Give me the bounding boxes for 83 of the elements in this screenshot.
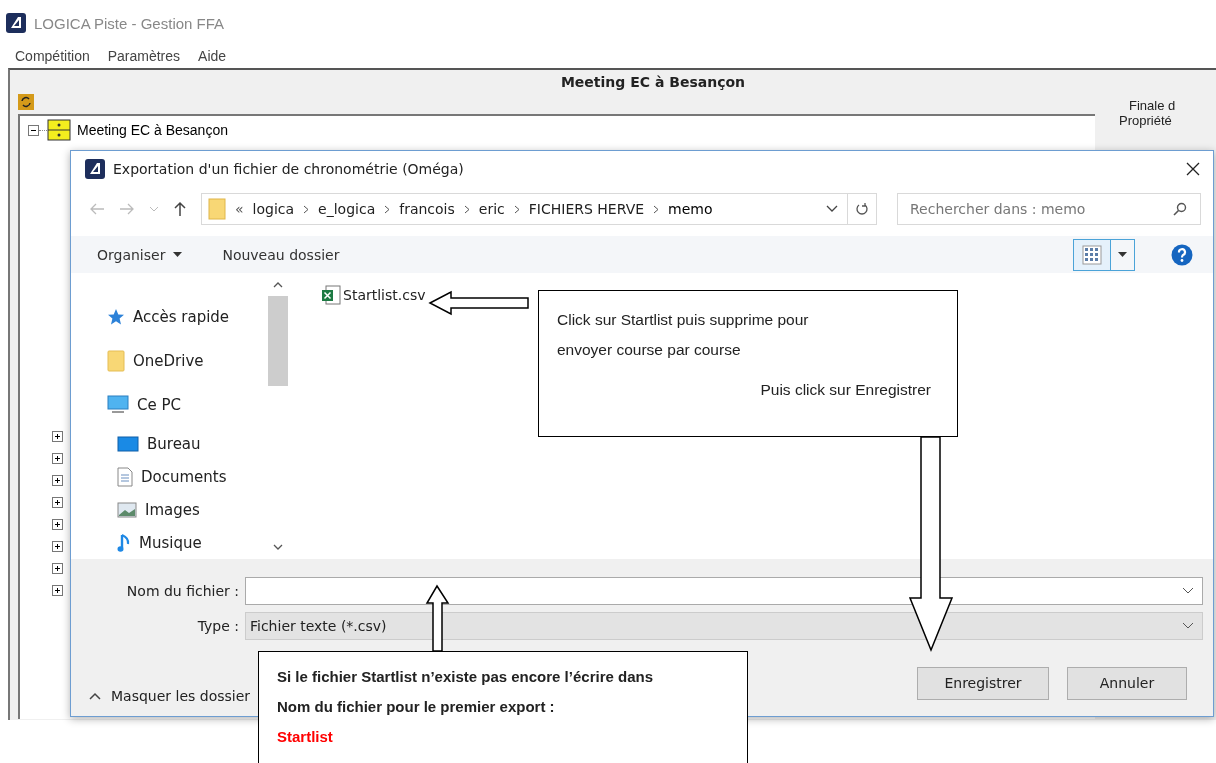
breadcrumb-item[interactable]: e_logica xyxy=(318,201,376,217)
nav-item[interactable]: OneDrive xyxy=(133,352,204,370)
breadcrumb-item[interactable]: FICHIERS HERVE xyxy=(528,201,645,217)
expand-icon[interactable] xyxy=(52,519,63,530)
refresh-icon[interactable] xyxy=(18,94,34,110)
breadcrumb-item[interactable]: eric xyxy=(478,201,505,217)
menu-item[interactable]: Compétition xyxy=(15,48,90,64)
folder-icon xyxy=(208,198,226,220)
chevron-down-icon[interactable] xyxy=(1182,622,1194,630)
help-icon[interactable] xyxy=(1171,243,1193,266)
nav-item[interactable]: Images xyxy=(145,500,200,519)
grid-view-icon xyxy=(1082,244,1102,265)
search-icon xyxy=(1173,202,1187,216)
chevron-up-icon xyxy=(89,691,101,700)
breadcrumb-item[interactable]: francois xyxy=(399,201,455,217)
collapse-icon[interactable] xyxy=(28,124,39,136)
chevron-down-icon[interactable] xyxy=(1182,587,1194,595)
app-logo-icon xyxy=(6,13,26,33)
meeting-icon xyxy=(47,119,71,141)
expand-icon[interactable] xyxy=(52,453,63,464)
up-arrow-icon[interactable] xyxy=(173,201,187,217)
filename-field[interactable] xyxy=(245,577,1203,605)
chevron-right-icon xyxy=(653,204,660,214)
expand-icon[interactable] xyxy=(52,475,63,486)
image-icon xyxy=(117,501,137,518)
chevron-right-icon xyxy=(303,204,310,214)
star-icon xyxy=(107,308,125,326)
close-icon[interactable] xyxy=(1185,161,1201,178)
expand-icon[interactable] xyxy=(52,497,63,508)
dialog-title: Exportation d'un fichier de chronométrie (Oméga) xyxy=(113,161,464,178)
chevron-right-icon xyxy=(513,204,520,214)
chevron-right-icon xyxy=(463,204,470,214)
nav-item[interactable]: Documents xyxy=(141,467,227,486)
new-folder-button[interactable]: Nouveau dossier xyxy=(222,246,340,263)
folder-icon xyxy=(107,350,125,372)
field-label: Nom du fichier : xyxy=(125,583,239,599)
chevron-right-icon xyxy=(384,204,391,214)
refresh-icon xyxy=(855,202,869,216)
tree-item[interactable]: Meeting EC à Besançon xyxy=(77,122,228,138)
document-icon xyxy=(117,466,133,487)
computer-icon xyxy=(107,395,129,415)
file-item[interactable]: Startlist.csv xyxy=(319,283,428,307)
group-label: Propriété xyxy=(1119,113,1173,128)
cancel-button[interactable]: Annuler xyxy=(1067,666,1187,700)
menu-item[interactable]: Aide xyxy=(198,48,227,64)
app-logo-icon xyxy=(85,159,105,180)
callout-highlight: Startlist xyxy=(277,727,334,747)
chevron-down-icon[interactable] xyxy=(826,205,838,213)
address-bar[interactable]: « logica e_logica francois eric FICHIERS HERVE memo xyxy=(201,193,877,225)
spreadsheet-file-icon xyxy=(321,285,341,305)
group-label: Finale d xyxy=(1129,98,1177,113)
nav-item[interactable]: Bureau xyxy=(147,434,201,453)
expand-icon[interactable] xyxy=(52,541,63,552)
caret-icon xyxy=(173,251,183,258)
save-button[interactable]: Enregistrer xyxy=(917,666,1049,700)
nav-item[interactable]: Musique xyxy=(139,533,202,552)
search-field[interactable]: Rechercher dans : memo xyxy=(897,193,1201,225)
window-title: LOGICA Piste - Gestion FFA xyxy=(34,14,225,32)
meeting-title: Meeting EC à Besançon xyxy=(560,74,746,90)
expand-icon[interactable] xyxy=(52,585,63,596)
breadcrumb-item[interactable]: logica xyxy=(252,201,295,217)
nav-item[interactable]: Accès rapide xyxy=(133,308,230,326)
expand-icon[interactable] xyxy=(52,431,63,442)
music-note-icon xyxy=(117,532,131,553)
overflow-chevrons[interactable]: « xyxy=(235,201,244,217)
breadcrumb-item[interactable]: memo xyxy=(668,201,713,217)
organize-menu-button[interactable]: Organiser xyxy=(97,246,183,263)
hide-folders-toggle[interactable]: Masquer les dossier xyxy=(89,687,251,704)
callout-text: Puis click sur Enregistrer xyxy=(760,380,931,400)
menu-item[interactable]: Paramètres xyxy=(107,48,181,64)
nav-item[interactable]: Ce PC xyxy=(137,396,181,414)
field-label: Type : xyxy=(196,618,239,634)
desktop-icon xyxy=(117,435,139,452)
callout-text: Click sur Startlist puis supprime pour xyxy=(557,310,810,330)
expand-icon[interactable] xyxy=(52,563,63,574)
callout-text: envoyer course par course xyxy=(557,340,742,360)
file-type-dropdown[interactable]: Fichier texte (*.csv) xyxy=(245,612,1203,640)
chevron-down-icon[interactable] xyxy=(273,544,283,551)
view-toggle-button[interactable] xyxy=(1073,238,1111,271)
callout-text: Si le fichier Startlist n’existe pas encore l’écrire dans Nom du fichier pour le premier export : xyxy=(277,667,654,717)
view-menu-button[interactable] xyxy=(1111,238,1135,271)
caret-icon xyxy=(1118,251,1127,258)
chevron-up-icon[interactable] xyxy=(273,281,283,288)
